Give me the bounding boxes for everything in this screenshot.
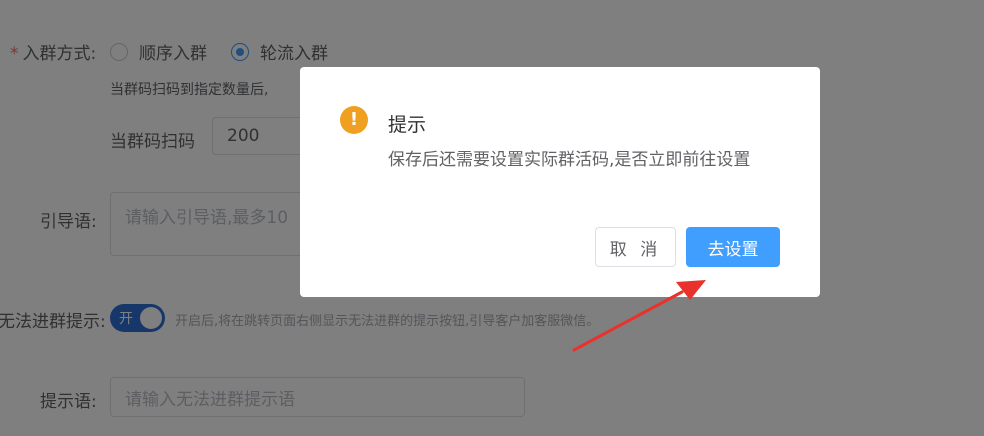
annotation-arrow-icon: [572, 280, 706, 352]
arrow-head: [676, 280, 706, 300]
arrow-shaft: [572, 290, 684, 352]
